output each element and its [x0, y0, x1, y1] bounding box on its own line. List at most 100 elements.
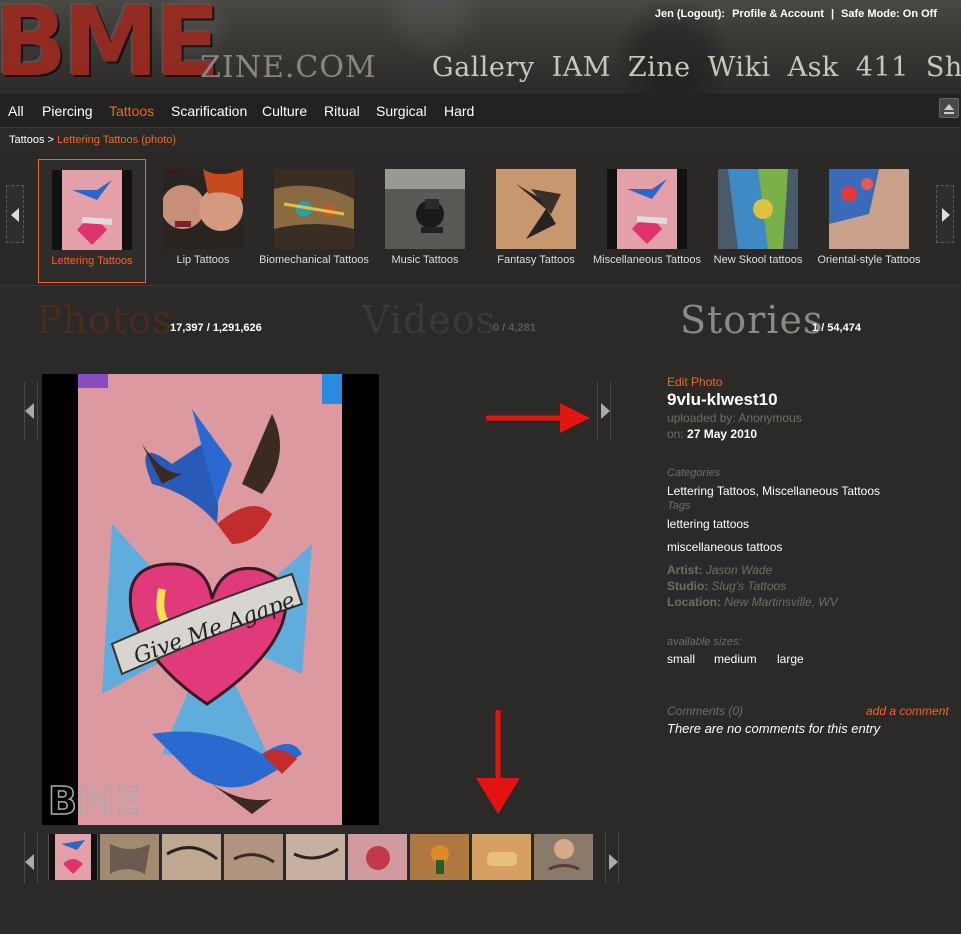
uploaded-by: uploaded by: Anonymous	[667, 411, 802, 425]
breadcrumb: Tattoos > Lettering Tattoos (photo)	[9, 134, 176, 146]
annotation-arrow-right-icon	[486, 403, 590, 433]
site-header: BME ZINE.COM Jen (Logout): Profile & Acc…	[0, 0, 961, 94]
subcat-label: Miscellaneous Tattoos	[592, 254, 702, 266]
filmstrip-next-icon[interactable]	[605, 833, 619, 883]
tattoo-photo: Give Me Agape BME	[42, 374, 379, 825]
subcat-music[interactable]: Music Tattoos	[370, 155, 480, 267]
cat-piercing[interactable]: Piercing	[42, 103, 93, 119]
user-bar: Jen (Logout): Profile & Account | Safe M…	[655, 8, 937, 20]
cat-scarification[interactable]: Scarification	[171, 103, 247, 119]
nav-wiki[interactable]: Wiki	[708, 52, 771, 83]
cat-culture[interactable]: Culture	[262, 103, 307, 119]
filmstrip-thumb[interactable]	[48, 834, 98, 880]
filmstrip	[42, 834, 601, 880]
nav-ask[interactable]: Ask	[788, 52, 839, 83]
carousel-next-icon[interactable]	[936, 185, 954, 243]
photos-heading[interactable]: Photos	[36, 298, 173, 342]
subcat-label: New Skool tattoos	[713, 254, 803, 266]
date-value: 27 May 2010	[687, 427, 758, 441]
subcat-biomech[interactable]: Biomechanical Tattoos	[259, 155, 369, 267]
nav-gallery[interactable]: Gallery	[432, 52, 535, 83]
add-comment-link[interactable]: add a comment	[866, 704, 949, 718]
cat-hard[interactable]: Hard	[444, 103, 474, 119]
location-label: Location:	[667, 595, 721, 609]
subcat-fantasy[interactable]: Fantasy Tattoos	[481, 155, 591, 267]
subcat-label: Lip Tattoos	[176, 254, 230, 266]
videos-count: 0 / 4,281	[493, 322, 536, 334]
subcat-newskool[interactable]: New Skool tattoos	[703, 155, 813, 267]
main-photo[interactable]: Give Me Agape BME	[42, 374, 379, 825]
size-medium-link[interactable]: medium	[714, 652, 757, 666]
cat-all[interactable]: All	[8, 103, 24, 119]
subcat-label: Lettering Tattoos	[51, 255, 133, 267]
size-large-link[interactable]: large	[777, 652, 804, 666]
safe-mode-toggle[interactable]: Safe Mode: On Off	[841, 8, 937, 20]
on-label: on:	[667, 427, 684, 441]
swallow-heart-thumb	[52, 170, 132, 250]
username: Jen	[654, 8, 674, 20]
category-nav: All Piercing Tattoos Scarification Cultu…	[0, 94, 961, 128]
filmstrip-thumb[interactable]	[162, 834, 221, 880]
photos-count: 17,397 / 1,291,626	[170, 322, 262, 334]
artist-value[interactable]: Jason Wade	[706, 563, 773, 577]
location-row: Location: New Martinsville, WV	[667, 595, 838, 609]
breadcrumb-root[interactable]: Tattoos	[9, 134, 44, 146]
cat-ritual[interactable]: Ritual	[324, 103, 360, 119]
subcat-oriental[interactable]: Oriental-style Tattoos	[814, 155, 924, 267]
photo-title: 9vlu-klwest10	[667, 390, 778, 409]
sizes-label: available sizes:	[667, 636, 742, 648]
tag-misc[interactable]: miscellaneous tattoos	[667, 540, 782, 554]
nav-zine[interactable]: Zine	[628, 52, 691, 83]
zine-logo[interactable]: ZINE.COM	[200, 50, 377, 85]
no-comments-text: There are no comments for this entry	[667, 721, 881, 736]
subcat-lettering[interactable]: Lettering Tattoos	[38, 159, 146, 283]
stories-count: 1 / 54,474	[812, 322, 861, 334]
filmstrip-thumb[interactable]	[286, 834, 345, 880]
top-nav: Gallery IAM Zine Wiki Ask 411 Shop	[432, 52, 961, 83]
videos-heading[interactable]: Videos	[362, 298, 496, 342]
oriental-thumb	[829, 169, 909, 249]
filmstrip-thumb[interactable]	[100, 834, 159, 880]
breadcrumb-current[interactable]: Lettering Tattoos (photo)	[57, 134, 176, 146]
tag-lettering[interactable]: lettering tattoos	[667, 517, 749, 531]
studio-row: Studio: Slug's Tattoos	[667, 579, 786, 593]
subcat-label: Music Tattoos	[391, 254, 459, 266]
breadcrumb-separator: >	[47, 134, 54, 146]
tags-label: Tags	[667, 500, 691, 512]
newskool-thumb	[718, 169, 798, 249]
swallow-heart-thumb	[607, 169, 687, 249]
stories-heading[interactable]: Stories	[680, 298, 824, 342]
subcat-lip[interactable]: Lip Tattoos	[148, 155, 258, 267]
music-thumb	[385, 169, 465, 249]
filmstrip-prev-icon[interactable]	[24, 833, 38, 883]
logout-link[interactable]: (Logout):	[677, 8, 725, 20]
fantasy-thumb	[496, 169, 576, 249]
subcat-misc[interactable]: Miscellaneous Tattoos	[592, 155, 702, 267]
comments-label: Comments (0)	[667, 704, 744, 718]
filmstrip-thumb[interactable]	[348, 834, 407, 880]
profile-link[interactable]: Profile & Account	[732, 8, 824, 20]
bme-logo[interactable]: BME	[0, 0, 220, 94]
subcategory-carousel: Lettering Tattoos Lip Tattoos Biomechani…	[0, 155, 961, 286]
filmstrip-thumb[interactable]	[472, 834, 531, 880]
cat-surgical[interactable]: Surgical	[376, 103, 427, 119]
edit-photo-link[interactable]: Edit Photo	[667, 375, 722, 389]
size-small-link[interactable]: small	[667, 652, 695, 666]
prev-photo-icon[interactable]	[24, 382, 38, 440]
collapse-up-icon[interactable]	[939, 98, 959, 118]
filmstrip-thumb[interactable]	[410, 834, 469, 880]
filmstrip-thumb[interactable]	[534, 834, 593, 880]
filmstrip-thumb[interactable]	[224, 834, 283, 880]
separator: |	[830, 8, 835, 20]
uploader-name[interactable]: Anonymous	[738, 411, 801, 425]
cat-tattoos[interactable]: Tattoos	[109, 103, 154, 119]
studio-value[interactable]: Slug's Tattoos	[712, 579, 787, 593]
nav-411[interactable]: 411	[856, 52, 909, 83]
next-photo-icon[interactable]	[597, 382, 611, 440]
subcat-label: Biomechanical Tattoos	[259, 254, 369, 266]
nav-shop[interactable]: Shop	[926, 52, 961, 83]
nav-iam[interactable]: IAM	[552, 52, 611, 83]
location-value[interactable]: New Martinsville, WV	[724, 595, 837, 609]
carousel-prev-icon[interactable]	[6, 185, 24, 243]
categories-value[interactable]: Lettering Tattoos, Miscellaneous Tattoos	[667, 484, 880, 498]
